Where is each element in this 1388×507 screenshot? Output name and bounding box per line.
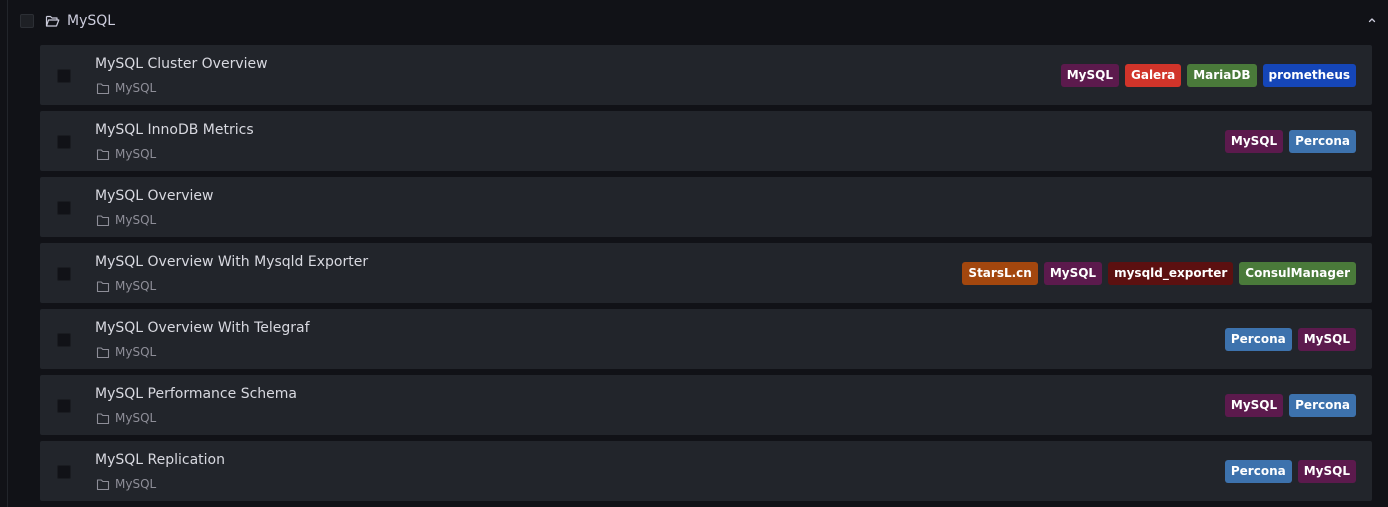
dashboard-row[interactable]: MySQL Cluster Overview MySQL MySQL Galera Ma… <box>40 45 1372 105</box>
tag[interactable]: MySQL <box>1297 328 1356 351</box>
dashboard-location: MySQL <box>96 212 156 228</box>
tag[interactable]: Percona <box>1224 460 1292 483</box>
tag-list: StarsL.cn MySQL mysqld_exporter ConsulManag… <box>962 262 1356 285</box>
dashboard-title[interactable]: MySQL InnoDB Metrics <box>95 121 254 139</box>
folder-icon <box>96 412 110 424</box>
tree-guide-line <box>7 0 8 507</box>
dashboard-title[interactable]: MySQL Performance Schema <box>95 385 297 403</box>
dashboard-title[interactable]: MySQL Cluster Overview <box>95 55 268 73</box>
dashboard-checkbox[interactable] <box>57 135 71 149</box>
dashboard-checkbox[interactable] <box>57 267 71 281</box>
dashboard-folder-name: MySQL <box>115 213 157 227</box>
folder-icon <box>96 478 110 490</box>
dashboard-title[interactable]: MySQL Replication <box>95 451 225 469</box>
tag[interactable]: Galera <box>1125 64 1182 87</box>
dashboard-checkbox[interactable] <box>57 399 71 413</box>
dashboard-checkbox[interactable] <box>57 465 71 479</box>
dashboard-browser: MySQL MySQL Cluster Overview MySQL MySQL Ga… <box>0 0 1388 507</box>
dashboard-checkbox[interactable] <box>57 201 71 215</box>
dashboard-checkbox[interactable] <box>57 69 71 83</box>
dashboard-title[interactable]: MySQL Overview <box>95 187 213 205</box>
dashboard-row[interactable]: MySQL InnoDB Metrics MySQL MySQL Percona <box>40 111 1372 171</box>
dashboard-location: MySQL <box>96 344 156 360</box>
tag[interactable]: Percona <box>1224 328 1292 351</box>
chevron-up-icon[interactable] <box>1366 14 1378 26</box>
dashboard-title[interactable]: MySQL Overview With Mysqld Exporter <box>95 253 368 271</box>
dashboard-row[interactable]: MySQL Overview With Telegraf MySQL Percona… <box>40 309 1372 369</box>
tag-list: MySQL Percona <box>1224 394 1356 417</box>
tag[interactable]: Percona <box>1289 394 1356 417</box>
dashboard-row[interactable]: MySQL Performance Schema MySQL MySQL Percon… <box>40 375 1372 435</box>
tag[interactable]: ConsulManager <box>1239 262 1356 285</box>
tag[interactable]: MySQL <box>1043 262 1103 285</box>
tag[interactable]: MySQL <box>1297 460 1356 483</box>
dashboard-location: MySQL <box>96 146 156 162</box>
dashboard-folder-name: MySQL <box>115 477 157 491</box>
tag[interactable]: prometheus <box>1262 64 1356 87</box>
tag[interactable]: mysqld_exporter <box>1108 262 1234 285</box>
tag-list: Percona MySQL <box>1224 460 1356 483</box>
tag[interactable]: MySQL <box>1224 130 1284 153</box>
dashboard-folder-name: MySQL <box>115 147 157 161</box>
tag-list: MySQL Percona <box>1224 130 1356 153</box>
folder-icon <box>96 280 110 292</box>
dashboard-location: MySQL <box>96 80 156 96</box>
dashboard-location: MySQL <box>96 410 156 426</box>
tag[interactable]: Percona <box>1289 130 1356 153</box>
folder-icon <box>96 214 110 226</box>
tag[interactable]: MySQL <box>1060 64 1119 87</box>
folder-title: MySQL <box>67 13 116 29</box>
dashboard-list: MySQL Cluster Overview MySQL MySQL Galera Ma… <box>40 45 1372 507</box>
dashboard-folder-name: MySQL <box>115 411 157 425</box>
dashboard-checkbox[interactable] <box>57 333 71 347</box>
dashboard-location: MySQL <box>96 476 156 492</box>
tag[interactable]: MariaDB <box>1187 64 1257 87</box>
tag-list: MySQL Galera MariaDB prometheus <box>1060 64 1356 87</box>
folder-checkbox[interactable] <box>20 14 34 28</box>
tag[interactable]: StarsL.cn <box>962 262 1038 285</box>
dashboard-folder-name: MySQL <box>115 279 157 293</box>
dashboard-folder-name: MySQL <box>115 81 157 95</box>
dashboard-row[interactable]: MySQL Overview With Mysqld Exporter MySQL… <box>40 243 1372 303</box>
dashboard-row[interactable]: MySQL Overview MySQL <box>40 177 1372 237</box>
dashboard-row[interactable]: MySQL Replication MySQL Percona MySQL <box>40 441 1372 501</box>
folder-open-icon <box>45 15 60 27</box>
tag-list: Percona MySQL <box>1224 328 1356 351</box>
folder-icon <box>96 82 110 94</box>
folder-icon <box>96 148 110 160</box>
tag[interactable]: MySQL <box>1224 394 1284 417</box>
dashboard-location: MySQL <box>96 278 156 294</box>
dashboard-folder-name: MySQL <box>115 345 157 359</box>
folder-icon <box>96 346 110 358</box>
dashboard-title[interactable]: MySQL Overview With Telegraf <box>95 319 310 337</box>
folder-header[interactable]: MySQL <box>0 0 1388 42</box>
